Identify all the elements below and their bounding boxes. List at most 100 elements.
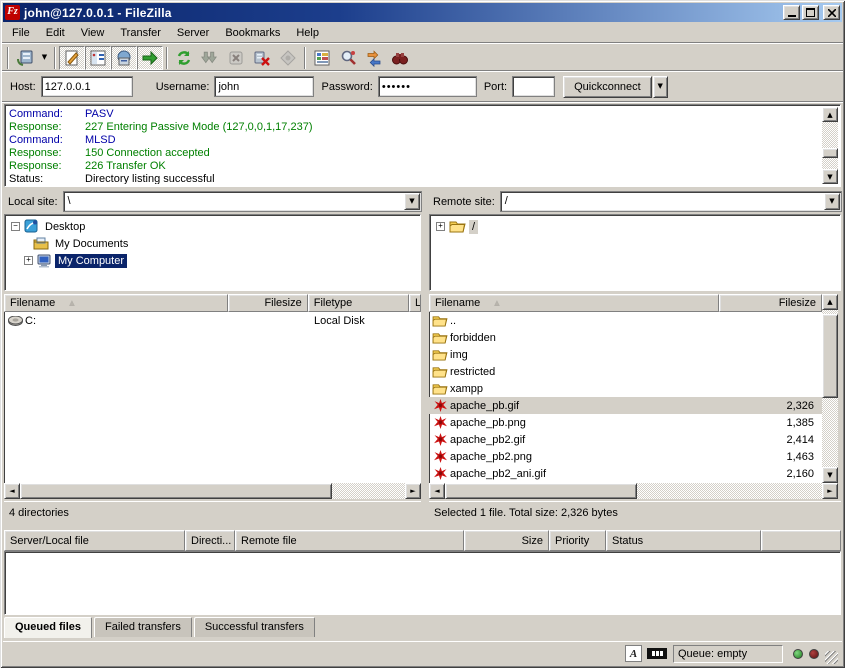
column-header-remote-file[interactable]: Remote file — [235, 530, 464, 551]
remote-horizontal-scrollbar[interactable]: ◄ ► — [429, 483, 838, 499]
scroll-up-button[interactable]: ▲ — [822, 107, 838, 122]
scrollbar-thumb[interactable] — [20, 483, 332, 499]
scrollbar-thumb[interactable] — [445, 483, 637, 499]
column-header-filename[interactable]: Filename ▲ — [429, 294, 719, 312]
scrollbar-thumb[interactable] — [822, 314, 838, 398]
menu-item-edit[interactable]: Edit — [38, 25, 73, 41]
toggle-remote-tree-button[interactable] — [111, 46, 137, 70]
local-horizontal-scrollbar[interactable]: ◄ ► — [4, 483, 421, 499]
tree-item-root[interactable]: + / — [436, 218, 840, 235]
column-header-size[interactable]: Size — [464, 530, 549, 551]
remote-vertical-scrollbar[interactable]: ▲ ▼ — [822, 294, 838, 483]
sync-browsing-icon — [365, 49, 383, 67]
host-input[interactable] — [42, 77, 132, 96]
find-button[interactable] — [387, 46, 413, 70]
column-header-priority[interactable]: Priority — [549, 530, 606, 551]
filter-button[interactable] — [309, 46, 335, 70]
status-bar: A Queue: empty — [3, 641, 842, 665]
file-row[interactable]: apache_pb2_ani.gif 2,160 — [429, 465, 822, 482]
local-list-header: Filename ▲ Filesize Filetype L — [4, 294, 421, 312]
scroll-up-button[interactable]: ▲ — [822, 294, 838, 310]
refresh-button[interactable] — [171, 46, 197, 70]
toolbar-separator — [304, 47, 306, 69]
column-header-filesize[interactable]: Filesize — [719, 294, 822, 312]
filter-icon — [313, 49, 331, 67]
titlebar[interactable]: Fz john@127.0.0.1 - FileZilla — [3, 3, 842, 22]
maximize-button[interactable] — [802, 5, 819, 20]
column-header-status[interactable]: Status — [606, 530, 761, 551]
scroll-down-button[interactable]: ▼ — [822, 467, 838, 483]
dir-row[interactable]: .. — [429, 312, 822, 329]
scroll-right-button[interactable]: ► — [405, 483, 421, 499]
file-name: C: — [25, 315, 228, 327]
tree-item-my-documents[interactable]: My Documents — [11, 235, 420, 252]
transfer-type-icon[interactable]: A — [625, 645, 642, 662]
quickconnect-button-label: Quickconnect — [574, 81, 641, 93]
dir-row[interactable]: forbidden — [429, 329, 822, 346]
file-row[interactable]: apache_pb2.png 1,463 — [429, 448, 822, 465]
quickconnect-button[interactable]: Quickconnect — [563, 76, 652, 98]
remote-site-combobox[interactable]: / ▼ — [501, 192, 841, 211]
file-row[interactable]: apache_pb2.gif 2,414 — [429, 431, 822, 448]
toggle-local-tree-button[interactable] — [85, 46, 111, 70]
column-header-server-local-file[interactable]: Server/Local file — [4, 530, 185, 551]
expand-icon[interactable]: + — [436, 222, 445, 231]
column-header-filetype[interactable]: Filetype — [308, 294, 409, 312]
dir-row[interactable]: img — [429, 346, 822, 363]
combobox-dropdown-button[interactable]: ▼ — [824, 193, 840, 210]
disconnect-button[interactable] — [249, 46, 275, 70]
tab-successful-transfers[interactable]: Successful transfers — [194, 617, 315, 637]
reconnect-button[interactable] — [275, 46, 301, 70]
dir-row[interactable]: xampp — [429, 380, 822, 397]
toggle-queue-button[interactable] — [137, 46, 163, 70]
sync-browsing-button[interactable] — [361, 46, 387, 70]
file-row-selected[interactable]: apache_pb.gif 2,326 — [429, 397, 822, 414]
column-label: Priority — [555, 535, 589, 547]
scroll-left-button[interactable]: ◄ — [429, 483, 445, 499]
log-text: 227 Entering Passive Mode (127,0,0,1,17,… — [85, 121, 312, 133]
tree-item-my-computer[interactable]: + My Computer — [11, 252, 420, 269]
column-header-direction[interactable]: Directi... — [185, 530, 235, 551]
toggle-log-button[interactable] — [59, 46, 85, 70]
site-manager-button[interactable] — [12, 46, 38, 70]
log-scrollbar[interactable]: ▲ ▼ — [822, 107, 838, 184]
scroll-right-button[interactable]: ► — [822, 483, 838, 499]
menu-item-server[interactable]: Server — [169, 25, 217, 41]
minimize-button[interactable] — [783, 5, 800, 20]
column-header-lastmodified[interactable]: L — [409, 294, 421, 312]
local-site-combobox[interactable]: \ ▼ — [64, 192, 421, 211]
port-input[interactable] — [513, 77, 554, 96]
tree-item-label: / — [469, 220, 478, 234]
tree-item-desktop[interactable]: − Desktop — [11, 218, 420, 235]
compare-button[interactable] — [335, 46, 361, 70]
quickconnect-dropdown[interactable]: ▼ — [653, 76, 668, 98]
collapse-icon[interactable]: − — [11, 222, 20, 231]
site-manager-dropdown[interactable]: ▼ — [38, 46, 51, 70]
combobox-dropdown-button[interactable]: ▼ — [404, 193, 420, 210]
tab-failed-transfers[interactable]: Failed transfers — [94, 617, 192, 637]
dir-row[interactable]: restricted — [429, 363, 822, 380]
transfer-type-glyph: A — [630, 648, 637, 660]
tab-queued-files[interactable]: Queued files — [4, 617, 92, 638]
username-label: Username: — [156, 81, 210, 93]
menu-item-help[interactable]: Help — [288, 25, 327, 41]
password-input[interactable] — [379, 77, 476, 96]
column-header-filename[interactable]: Filename ▲ — [4, 294, 228, 312]
close-button[interactable] — [823, 5, 840, 20]
scroll-down-button[interactable]: ▼ — [822, 169, 838, 184]
scrollbar-thumb[interactable] — [822, 148, 838, 158]
column-header-filesize[interactable]: Filesize — [228, 294, 307, 312]
menu-item-file[interactable]: File — [4, 25, 38, 41]
process-queue-button[interactable] — [197, 46, 223, 70]
expand-icon[interactable]: + — [24, 256, 33, 265]
scroll-left-button[interactable]: ◄ — [4, 483, 20, 499]
file-row[interactable]: apache_pb.png 1,385 — [429, 414, 822, 431]
username-input[interactable] — [215, 77, 313, 96]
resize-grip[interactable] — [825, 651, 838, 664]
file-row-c-drive[interactable]: C: Local Disk — [4, 312, 421, 329]
cancel-button[interactable] — [223, 46, 249, 70]
menu-item-view[interactable]: View — [73, 25, 113, 41]
menu-item-transfer[interactable]: Transfer — [112, 25, 169, 41]
menu-item-bookmarks[interactable]: Bookmarks — [217, 25, 288, 41]
column-label: Status — [612, 535, 643, 547]
